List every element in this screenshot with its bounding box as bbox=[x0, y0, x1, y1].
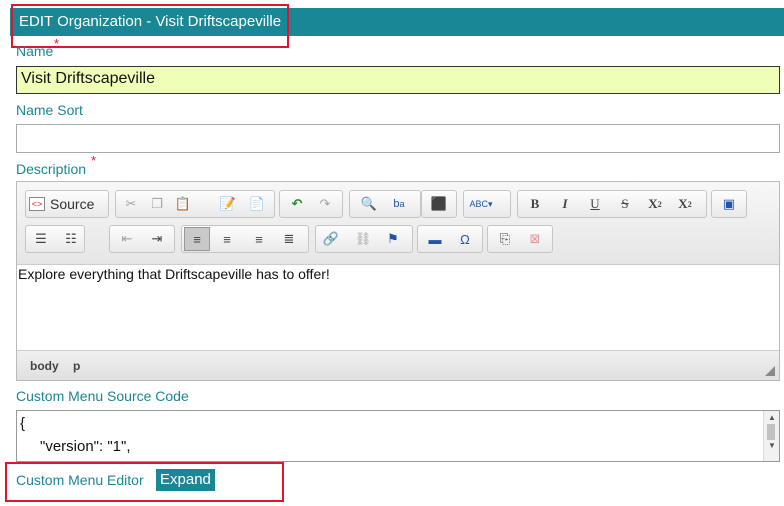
path-body[interactable]: body bbox=[30, 359, 59, 373]
redo-icon[interactable]: ↷ bbox=[314, 194, 336, 214]
special-group: ▬ Ω bbox=[417, 225, 483, 253]
underline-icon[interactable]: U bbox=[584, 194, 606, 214]
numbered-list-icon[interactable]: ☰ bbox=[30, 229, 52, 249]
resize-grip-icon[interactable] bbox=[765, 366, 775, 376]
image-icon[interactable]: ▣ bbox=[718, 194, 740, 214]
spellcheck-icon[interactable]: ABC▾ bbox=[469, 194, 492, 214]
rich-text-editor: <> Source ✂ ❐ 📋 📝 📄 ↶ ↷ 🔍 ba ⬛ ABC▾ B I bbox=[16, 181, 780, 381]
link-group: 🔗 ⛓ ⚑ bbox=[315, 225, 413, 253]
find-group: 🔍 ba bbox=[349, 190, 421, 218]
spell-group: ABC▾ bbox=[463, 190, 511, 218]
paste-text-icon[interactable]: 📝 bbox=[217, 194, 239, 214]
custom-menu-editor-label: Custom Menu Editor bbox=[16, 472, 144, 488]
select-group: ⬛ bbox=[421, 190, 457, 218]
editor-content-area[interactable]: Explore everything that Driftscapeville … bbox=[17, 264, 779, 350]
scroll-down-icon[interactable]: ▼ bbox=[768, 441, 776, 450]
replace-icon[interactable]: ba bbox=[388, 194, 410, 214]
editor-toolbar: <> Source ✂ ❐ 📋 📝 📄 ↶ ↷ 🔍 ba ⬛ ABC▾ B I bbox=[17, 182, 779, 265]
expand-button[interactable]: Expand bbox=[156, 469, 215, 491]
undo-group: ↶ ↷ bbox=[279, 190, 343, 218]
page-title: EDIT Organization - Visit Driftscapevill… bbox=[19, 13, 282, 30]
paste-icon[interactable]: 📋 bbox=[172, 194, 194, 214]
cut-icon[interactable]: ✂ bbox=[120, 194, 142, 214]
name-required-mark: * bbox=[54, 36, 60, 51]
superscript-icon[interactable]: X2 bbox=[674, 194, 696, 214]
page-title-bar: EDIT Organization - Visit Driftscapevill… bbox=[10, 8, 784, 36]
bulleted-list-icon[interactable]: ☷ bbox=[60, 229, 82, 249]
source-icon: <> bbox=[29, 197, 45, 211]
undo-icon[interactable]: ↶ bbox=[286, 194, 308, 214]
copy-icon[interactable]: ❐ bbox=[146, 194, 168, 214]
link-icon[interactable]: 🔗 bbox=[320, 229, 342, 249]
align-center-icon[interactable]: ≡ bbox=[216, 229, 238, 249]
subscript-icon[interactable]: X2 bbox=[644, 194, 666, 214]
path-p[interactable]: p bbox=[73, 359, 80, 373]
custom-menu-code-textarea[interactable]: { "version": "1", ▲ ▼ bbox=[16, 410, 780, 462]
remove-format-icon[interactable]: ⊠ bbox=[524, 229, 546, 249]
code-scrollbar[interactable]: ▲ ▼ bbox=[763, 411, 779, 461]
italic-icon[interactable]: I bbox=[554, 194, 576, 214]
horizontal-rule-icon[interactable]: ▬ bbox=[424, 229, 446, 249]
description-required-mark: * bbox=[91, 153, 97, 168]
select-all-icon[interactable]: ⬛ bbox=[428, 194, 450, 214]
align-left-icon[interactable]: ≡ bbox=[184, 227, 210, 251]
scroll-up-icon[interactable]: ▲ bbox=[768, 413, 776, 422]
unlink-icon[interactable]: ⛓ bbox=[352, 229, 374, 249]
paste-word-icon[interactable]: 📄 bbox=[246, 194, 268, 214]
special-char-icon[interactable]: Ω bbox=[454, 229, 476, 249]
code-line-2: "version": "1", bbox=[40, 438, 131, 455]
name-sort-label: Name Sort bbox=[16, 102, 83, 118]
find-icon[interactable]: 🔍 bbox=[358, 194, 380, 214]
custom-menu-source-label: Custom Menu Source Code bbox=[16, 388, 189, 404]
format-group: B I U S X2 X2 bbox=[517, 190, 707, 218]
source-button[interactable]: <> Source bbox=[29, 194, 94, 214]
clipboard-group: ✂ ❐ 📋 📝 📄 bbox=[115, 190, 275, 218]
name-sort-input[interactable] bbox=[16, 124, 780, 153]
scroll-thumb[interactable] bbox=[767, 424, 775, 440]
name-label: Name bbox=[16, 43, 54, 59]
bold-icon[interactable]: B bbox=[524, 194, 546, 214]
insert-group: ▣ bbox=[711, 190, 747, 218]
justify-icon[interactable]: ≣ bbox=[278, 229, 300, 249]
strike-icon[interactable]: S bbox=[614, 194, 636, 214]
templates-icon[interactable]: ⎘ bbox=[494, 229, 516, 249]
outdent-icon[interactable]: ⇤ bbox=[116, 229, 138, 249]
align-right-icon[interactable]: ≡ bbox=[248, 229, 270, 249]
align-group: ≡ ≡ ≡ ≣ bbox=[181, 225, 309, 253]
code-line-1: { bbox=[20, 415, 26, 432]
list-group: ☰ ☷ bbox=[25, 225, 85, 253]
source-group: <> Source bbox=[25, 190, 109, 218]
tools-group: ⎘ ⊠ bbox=[487, 225, 553, 253]
description-label: Description bbox=[16, 161, 87, 177]
indent-group: ⇤ ⇥ bbox=[109, 225, 175, 253]
indent-icon[interactable]: ⇥ bbox=[146, 229, 168, 249]
editor-path-bar: body p bbox=[17, 350, 779, 380]
anchor-icon[interactable]: ⚑ bbox=[382, 229, 404, 249]
name-input[interactable]: Visit Driftscapeville bbox=[16, 66, 780, 94]
source-label: Source bbox=[50, 196, 95, 212]
